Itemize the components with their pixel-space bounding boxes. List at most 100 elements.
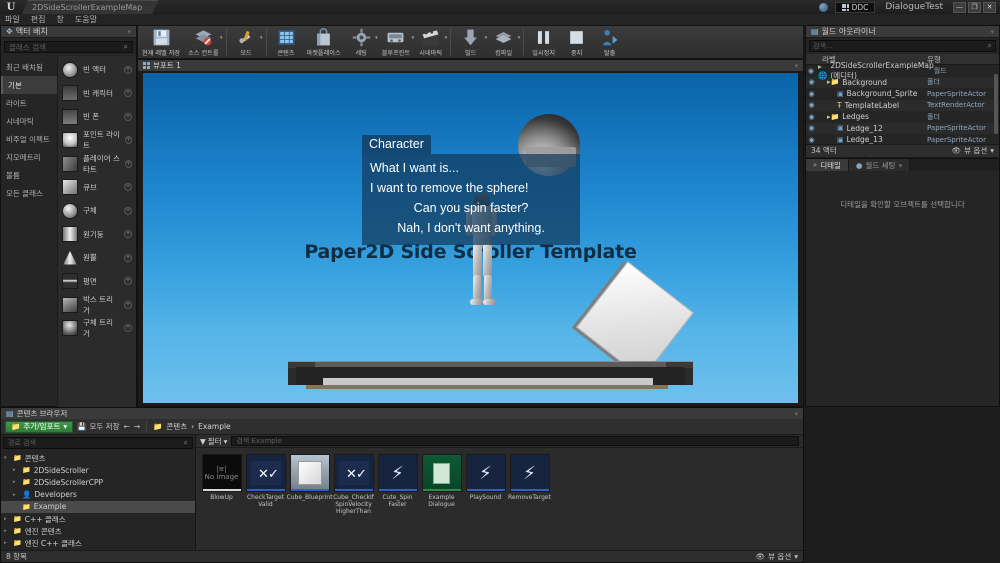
table-row[interactable]: ◉ ▣ Ledge_12 PaperSpriteActor	[806, 122, 999, 134]
chevron-down-icon[interactable]: ▾	[990, 28, 994, 36]
menu-item-edit[interactable]: 편집	[31, 14, 46, 25]
asset-item[interactable]: Example Dialogue	[420, 454, 463, 508]
list-item[interactable]: 구체 트리거 +	[58, 317, 136, 341]
eye-icon[interactable]: ◉	[806, 90, 817, 98]
eye-icon[interactable]: ◉	[806, 113, 817, 121]
eye-icon[interactable]: ◉	[806, 67, 816, 75]
outliner-scrollbar[interactable]	[994, 74, 998, 134]
menu-item-file[interactable]: 파일	[5, 14, 20, 25]
category-recently-placed[interactable]: 최근 배치됨	[1, 58, 57, 76]
chevron-down-icon[interactable]: ▾	[898, 161, 902, 170]
list-item[interactable]: 빈 폰 +	[58, 105, 136, 129]
level-viewport[interactable]: Paper2D Side Scroller Template Character…	[143, 73, 798, 403]
add-icon[interactable]: +	[124, 277, 132, 286]
close-button[interactable]: ✕	[983, 1, 996, 13]
category-visual-effects[interactable]: 비주얼 이펙트	[1, 130, 57, 148]
toolbar-blueprints[interactable]: 블루프린트 ▾	[378, 26, 414, 59]
add-icon[interactable]: +	[124, 159, 132, 168]
asset-thumbnail[interactable]: ⚡	[465, 454, 506, 492]
asset-item[interactable]: ⚡ Cute_Spin Faster	[376, 454, 419, 508]
chevron-down-icon[interactable]: ▾	[4, 455, 10, 461]
toolbar-pause[interactable]: 일시정지	[527, 26, 560, 59]
toolbar-marketplace[interactable]: 마켓플레이스	[303, 26, 345, 59]
breadcrumb-example[interactable]: Example	[198, 422, 231, 431]
chevron-right-icon[interactable]: ▸	[13, 492, 19, 498]
chevron-right-icon[interactable]: ▸	[4, 516, 10, 522]
view-options-button[interactable]: 👁 뷰 옵션 ▾	[756, 551, 798, 562]
menu-item-help[interactable]: 도움말	[75, 14, 97, 25]
asset-item[interactable]: ✕ ✓ CheckTarget Valid	[244, 454, 287, 508]
category-volumes[interactable]: 볼륨	[1, 166, 57, 184]
chevron-right-icon[interactable]: ▸	[13, 479, 19, 485]
chevron-down-icon[interactable]: ▾	[794, 410, 798, 418]
asset-thumbnail[interactable]: ⚡	[377, 454, 418, 492]
filter-button[interactable]: ▼ 필터 ▾	[200, 436, 227, 447]
toolbar-content[interactable]: 콘텐츠	[270, 26, 303, 59]
list-item[interactable]: 평면 +	[58, 270, 136, 294]
chevron-down-icon[interactable]: ▾	[220, 35, 223, 41]
asset-item[interactable]: ⚡ PlaySound	[464, 454, 507, 501]
modes-panel-tab[interactable]: ✥ 액터 배치 ▾	[1, 26, 136, 38]
asset-item[interactable]: ✕ ✓ Cube_CheckIf SpinVelocity HigherThan	[332, 454, 375, 515]
add-icon[interactable]: +	[124, 230, 132, 239]
document-tab[interactable]: 2DSideScrollerExampleMap	[22, 0, 158, 14]
asset-thumbnail[interactable]: |≡| No Image	[201, 454, 242, 492]
save-all-button[interactable]: 💾 모두 저장	[77, 421, 119, 432]
toolbar-source-control[interactable]: 소스 컨트롤 ▾	[184, 26, 223, 59]
eye-icon[interactable]: ◉	[806, 101, 817, 109]
list-item[interactable]: 포인트 라이트 +	[58, 129, 136, 153]
category-geometry[interactable]: 지오메트리	[1, 148, 57, 166]
menu-item-window[interactable]: 창	[56, 14, 63, 25]
list-item[interactable]: 구체 +	[58, 199, 136, 223]
toolbar-modes[interactable]: 모드 ▾	[230, 26, 263, 59]
table-row[interactable]: ◉ ▸🌐 2DSideScrollerExampleMap (에디터) 월드	[806, 61, 999, 80]
viewport-tab[interactable]: 뷰포트 1 ▾	[138, 60, 803, 71]
chevron-right-icon[interactable]: ▸	[4, 540, 10, 546]
tab-details[interactable]: ⌕ 디테일	[806, 159, 849, 171]
list-item[interactable]: 박스 트리거 +	[58, 293, 136, 317]
eye-icon[interactable]: ◉	[806, 78, 817, 86]
tree-node[interactable]: ▸ 📁 엔진 C++ 클래스	[1, 537, 195, 549]
minimize-button[interactable]: —	[953, 1, 966, 13]
category-lights[interactable]: 라이트	[1, 94, 57, 112]
add-import-button[interactable]: 📁 추가/임포트 ▾	[5, 420, 74, 433]
category-cinematic[interactable]: 시네마틱	[1, 112, 57, 130]
add-icon[interactable]: +	[124, 136, 132, 145]
toolbar-cinematics[interactable]: 시네마틱 ▾	[414, 26, 447, 59]
tree-node[interactable]: ▸ 📁 C++ 클래스	[1, 513, 195, 525]
dialogue-choice-1[interactable]: I want to remove the sphere!	[370, 178, 572, 198]
add-icon[interactable]: +	[124, 324, 132, 333]
add-icon[interactable]: +	[124, 300, 132, 309]
tab-world-settings[interactable]: ● 월드 세팅 ▾	[848, 159, 911, 171]
asset-thumbnail[interactable]	[289, 454, 330, 492]
add-icon[interactable]: +	[124, 253, 132, 262]
add-icon[interactable]: +	[124, 89, 132, 98]
asset-thumbnail[interactable]: ⚡	[509, 454, 550, 492]
class-search-input[interactable]: 클래스 검색 ⌕	[4, 41, 133, 53]
toolbar-stop[interactable]: 중지	[560, 26, 593, 59]
table-row[interactable]: ◉ ▣ Background_Sprite PaperSpriteActor	[806, 88, 999, 100]
asset-thumbnail[interactable]: ✕ ✓	[333, 454, 374, 492]
list-item[interactable]: 원기둥 +	[58, 223, 136, 247]
add-icon[interactable]: +	[124, 65, 132, 74]
toolbar-build[interactable]: 빌드 ▾	[454, 26, 487, 59]
list-item[interactable]: 큐브 +	[58, 176, 136, 200]
ddc-button[interactable]: DDC	[834, 1, 876, 13]
column-type[interactable]: 유형	[927, 54, 999, 65]
tree-node-example[interactable]: 📁 Example	[1, 500, 195, 513]
toolbar-settings[interactable]: 세팅 ▾	[345, 26, 378, 59]
tree-node[interactable]: ▸ 👤 Developers	[1, 489, 195, 501]
path-search-input[interactable]: 경로 검색 ⌕	[3, 437, 193, 449]
tree-node[interactable]: ▾ 📁 콘텐츠	[1, 452, 195, 464]
asset-item[interactable]: ⚡ RemoveTarget	[508, 454, 551, 501]
content-browser-tab[interactable]: ▤ 콘텐츠 브라우저 ▾	[1, 408, 803, 419]
maximize-button[interactable]: ❐	[968, 1, 981, 13]
list-item[interactable]: 빈 캐릭터 +	[58, 82, 136, 106]
table-row[interactable]: ◉ ▸📁 Background 폴더	[806, 76, 999, 88]
world-outliner-tab[interactable]: ▤ 월드 아웃라이너 ▾	[806, 26, 999, 38]
table-row[interactable]: ◉ Ŧ TemplateLabel TextRenderActor	[806, 99, 999, 111]
toolbar-compile[interactable]: 컴파일 ▾	[487, 26, 520, 59]
list-item[interactable]: 빈 액터 +	[58, 58, 136, 82]
back-button[interactable]: ←	[123, 422, 129, 431]
breadcrumb-content[interactable]: 콘텐츠	[166, 421, 187, 432]
